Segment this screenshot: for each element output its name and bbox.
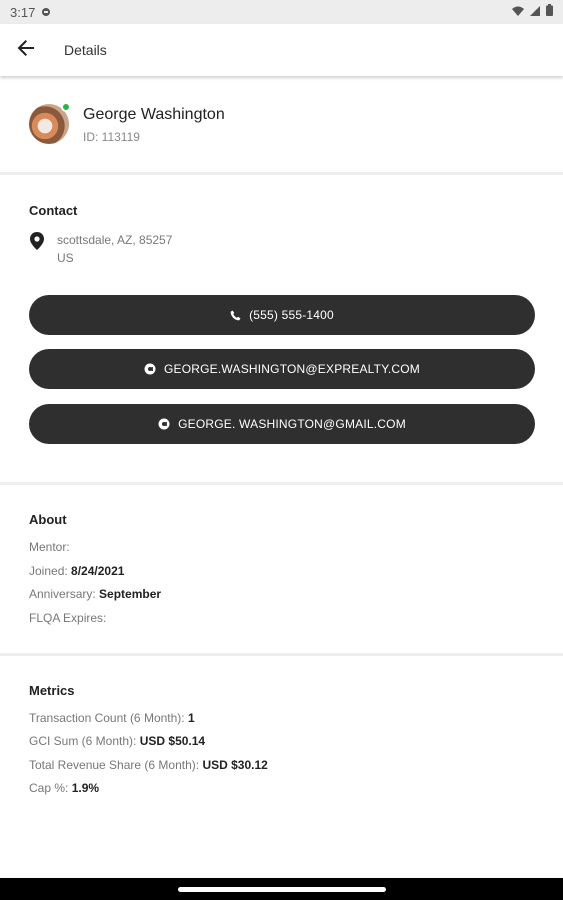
work-email-button[interactable]: GEORGE.WASHINGTON@EXPREALTY.COM [29, 349, 535, 389]
page-title: Details [64, 42, 107, 58]
contact-title: Contact [29, 203, 78, 218]
address-line-1: scottsdale, AZ, 85257 [57, 233, 173, 247]
avatar-wrapper [29, 102, 71, 144]
map-pin-icon [30, 232, 44, 255]
contact-address: scottsdale, AZ, 85257 US [57, 231, 172, 267]
personal-email-button[interactable]: GEORGE. WASHINGTON@GMAIL.COM [29, 404, 535, 444]
back-button[interactable] [0, 24, 54, 76]
transaction-value: 1 [187, 711, 195, 725]
cap-label: Cap %: [29, 781, 69, 795]
metrics-title: Metrics [29, 683, 75, 698]
revenue-label: Total Revenue Share (6 Month): [29, 758, 200, 772]
wifi-icon [512, 3, 524, 21]
about-joined: Joined: 8/24/2021 [29, 564, 124, 578]
work-email: GEORGE.WASHINGTON@EXPREALTY.COM [164, 362, 420, 376]
divider [0, 482, 563, 485]
about-title: About [29, 512, 67, 527]
transaction-label: Transaction Count (6 Month): [29, 711, 185, 725]
metric-cap-percent: Cap %: 1.9% [29, 781, 99, 795]
metric-revenue-share: Total Revenue Share (6 Month): USD $30.1… [29, 758, 268, 772]
divider [0, 172, 563, 175]
online-status-dot [61, 102, 71, 112]
flqa-label: FLQA Expires: [29, 611, 107, 625]
phone-number: (555) 555-1400 [249, 308, 334, 322]
metric-transaction-count: Transaction Count (6 Month): 1 [29, 711, 195, 725]
phone-button[interactable]: (555) 555-1400 [29, 295, 535, 335]
profile-section: George Washington ID: 113119 [0, 76, 563, 173]
at-sign-icon [144, 363, 156, 375]
cap-value: 1.9% [71, 781, 100, 795]
status-time: 3:17 [10, 4, 36, 20]
joined-value: 8/24/2021 [71, 564, 125, 578]
about-flqa-expires: FLQA Expires: [29, 611, 106, 625]
battery-icon [546, 3, 553, 21]
profile-name: George Washington [83, 106, 225, 123]
anniversary-value: September [99, 587, 162, 601]
arrow-left-icon [16, 38, 36, 63]
anniversary-label: Anniversary: [29, 587, 96, 601]
gci-label: GCI Sum (6 Month): [29, 734, 137, 748]
joined-label: Joined: [29, 564, 68, 578]
at-sign-icon [158, 418, 170, 430]
personal-email: GEORGE. WASHINGTON@GMAIL.COM [178, 417, 406, 431]
status-left: 3:17 [10, 5, 51, 20]
revenue-value: USD $30.12 [202, 758, 268, 772]
gci-value: USD $50.14 [139, 734, 206, 748]
mentor-label: Mentor: [29, 540, 70, 554]
app-bar: Details [0, 24, 563, 76]
phone-icon [230, 310, 241, 321]
address-line-2: US [57, 251, 74, 265]
metric-gci-sum: GCI Sum (6 Month): USD $50.14 [29, 734, 205, 748]
about-mentor: Mentor: [29, 540, 70, 554]
notification-icon [41, 5, 51, 20]
about-anniversary: Anniversary: September [29, 587, 161, 601]
status-bar: 3:17 [0, 0, 563, 24]
system-nav-bar [0, 878, 563, 900]
status-right [512, 3, 553, 21]
profile-id: ID: 113119 [83, 130, 140, 144]
signal-icon [530, 3, 540, 21]
home-gesture-handle[interactable] [177, 886, 386, 892]
divider [0, 653, 563, 656]
